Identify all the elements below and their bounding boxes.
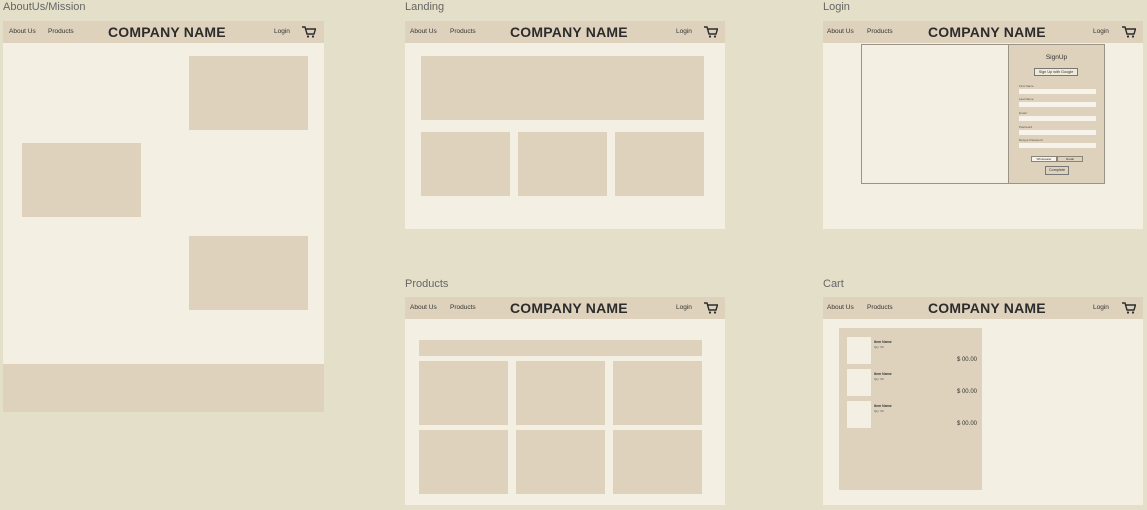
- product-card[interactable]: [516, 430, 605, 494]
- google-signup-button[interactable]: Sign Up with Google: [1034, 68, 1078, 76]
- footer: [3, 364, 324, 412]
- brand-name: COMPANY NAME: [510, 24, 628, 40]
- retype-password-label: Retype Password: [1019, 138, 1043, 142]
- frame-title-about: AboutUs/Mission: [3, 1, 86, 13]
- login-card: SignUp Sign Up with Google First Name La…: [861, 44, 1105, 184]
- retail-toggle[interactable]: Retail: [1057, 156, 1083, 162]
- product-card[interactable]: [516, 361, 605, 425]
- item-price: $ 00.00: [956, 389, 977, 395]
- cart-item[interactable]: Item Name Qty: 00 $ 00.00: [847, 401, 977, 431]
- nav-products-link[interactable]: Products: [450, 304, 476, 311]
- item-thumbnail: [847, 369, 871, 396]
- nav-about-link[interactable]: About Us: [827, 28, 854, 35]
- hero-banner: [421, 56, 704, 120]
- nav-login-link[interactable]: Login: [1093, 304, 1109, 311]
- password-field[interactable]: [1019, 130, 1096, 135]
- last-name-field[interactable]: [1019, 102, 1096, 107]
- first-name-label: First Name: [1019, 84, 1034, 88]
- complete-button[interactable]: Complete: [1045, 166, 1069, 175]
- cart-item[interactable]: Item Name Qty: 00 $ 00.00: [847, 369, 977, 399]
- first-name-field[interactable]: [1019, 89, 1096, 94]
- brand-name: COMPANY NAME: [108, 24, 226, 40]
- navbar: About Us Products COMPANY NAME Login: [823, 21, 1143, 43]
- last-name-label: Last Name: [1019, 97, 1034, 101]
- cart-item[interactable]: Item Name Qty: 00 $ 00.00: [847, 337, 977, 367]
- item-thumbnail: [847, 401, 871, 428]
- nav-login-link[interactable]: Login: [676, 304, 692, 311]
- cart-icon[interactable]: [1122, 26, 1136, 38]
- cart-icon[interactable]: [302, 26, 316, 38]
- nav-about-link[interactable]: About Us: [410, 28, 437, 35]
- email-label: Email: [1019, 111, 1027, 115]
- frame-title-landing: Landing: [405, 1, 445, 13]
- image-placeholder: [189, 56, 308, 130]
- brand-name: COMPANY NAME: [928, 24, 1046, 40]
- email-field[interactable]: [1019, 116, 1096, 121]
- product-card[interactable]: [419, 430, 508, 494]
- item-thumbnail: [847, 337, 871, 364]
- cart-frame: About Us Products COMPANY NAME Login Ite…: [823, 297, 1143, 505]
- wholesaler-toggle[interactable]: Wholesaler: [1031, 156, 1057, 162]
- item-qty: Qty: 00: [874, 377, 884, 381]
- item-qty: Qty: 00: [874, 345, 884, 349]
- nav-login-link[interactable]: Login: [1093, 28, 1109, 35]
- login-frame: About Us Products COMPANY NAME Login Sig…: [823, 21, 1143, 229]
- item-price: $ 00.00: [956, 421, 977, 427]
- image-placeholder: [22, 143, 141, 217]
- product-card[interactable]: [419, 361, 508, 425]
- item-name: Item Name: [874, 404, 892, 408]
- nav-products-link[interactable]: Products: [450, 28, 476, 35]
- nav-about-link[interactable]: About Us: [9, 28, 36, 35]
- filter-bar[interactable]: [419, 340, 702, 356]
- brand-name: COMPANY NAME: [510, 300, 628, 316]
- item-name: Item Name: [874, 340, 892, 344]
- password-label: Password: [1019, 125, 1033, 129]
- nav-login-link[interactable]: Login: [274, 28, 290, 35]
- navbar: About Us Products COMPANY NAME Login: [823, 297, 1143, 319]
- products-frame: About Us Products COMPANY NAME Login: [405, 297, 725, 505]
- landing-frame: About Us Products COMPANY NAME Login: [405, 21, 725, 229]
- nav-login-link[interactable]: Login: [676, 28, 692, 35]
- cart-icon[interactable]: [704, 26, 718, 38]
- cart-panel: Item Name Qty: 00 $ 00.00 Item Name Qty:…: [839, 328, 982, 490]
- nav-about-link[interactable]: About Us: [410, 304, 437, 311]
- brand-name: COMPANY NAME: [928, 300, 1046, 316]
- frame-title-login: Login: [823, 1, 850, 13]
- retype-password-field[interactable]: [1019, 143, 1096, 148]
- navbar: About Us Products COMPANY NAME Login: [3, 21, 324, 43]
- item-name: Item Name: [874, 372, 892, 376]
- feature-card: [421, 132, 510, 196]
- product-card[interactable]: [613, 361, 702, 425]
- signup-panel: SignUp Sign Up with Google First Name La…: [1008, 45, 1104, 183]
- nav-products-link[interactable]: Products: [867, 304, 893, 311]
- frame-title-cart: Cart: [823, 278, 844, 290]
- about-frame: About Us Products COMPANY NAME Login: [3, 21, 324, 412]
- item-qty: Qty: 00: [874, 409, 884, 413]
- feature-card: [518, 132, 607, 196]
- signup-title: SignUp: [1045, 54, 1068, 61]
- navbar: About Us Products COMPANY NAME Login: [405, 21, 725, 43]
- product-card[interactable]: [613, 430, 702, 494]
- feature-card: [615, 132, 704, 196]
- item-price: $ 00.00: [956, 357, 977, 363]
- image-placeholder: [189, 236, 308, 310]
- nav-about-link[interactable]: About Us: [827, 304, 854, 311]
- cart-icon[interactable]: [1122, 302, 1136, 314]
- cart-icon[interactable]: [704, 302, 718, 314]
- nav-products-link[interactable]: Products: [867, 28, 893, 35]
- navbar: About Us Products COMPANY NAME Login: [405, 297, 725, 319]
- frame-title-products: Products: [405, 278, 449, 290]
- nav-products-link[interactable]: Products: [48, 28, 74, 35]
